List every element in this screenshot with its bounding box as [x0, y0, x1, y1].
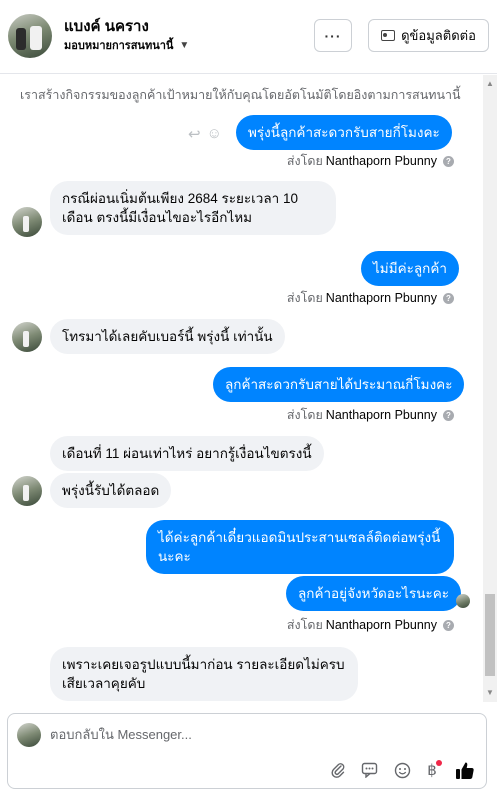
- scroll-down-arrow-icon[interactable]: ▼: [486, 688, 494, 697]
- sent-by-agent: Nanthaporn Pbunny: [325, 291, 437, 305]
- sent-by-label: ส่งโดย Nanthaporn Pbunny ?: [287, 288, 454, 308]
- sent-by-label: ส่งโดย Nanthaporn Pbunny ?: [287, 615, 454, 635]
- reply-composer: ฿: [7, 713, 487, 789]
- view-contact-label: ดูข้อมูลติดต่อ: [401, 28, 476, 43]
- incoming-message[interactable]: พรุ่งนี้รับได้ตลอด: [50, 473, 172, 508]
- reply-input[interactable]: [50, 727, 450, 742]
- incoming-message[interactable]: กรณีผ่อนเนิ่มต้นเพียง 2684 ระยะเวลา 10 เ…: [50, 181, 336, 235]
- assign-label: มอบหมายการสนทนานี้: [64, 40, 174, 52]
- incoming-message[interactable]: เดือนที่ 11 ผ่อนเท่าไหร่ อยากรู้เงื่อนไข…: [50, 436, 324, 471]
- react-emoji-icon[interactable]: ☺: [207, 125, 222, 143]
- thumbs-up-icon[interactable]: [455, 760, 475, 780]
- sent-by-prefix: ส่งโดย: [286, 408, 323, 422]
- page-avatar: [17, 723, 41, 747]
- scroll-up-arrow-icon[interactable]: ▲: [486, 79, 494, 88]
- more-options-button[interactable]: ···: [314, 19, 352, 52]
- id-card-icon: [381, 30, 396, 41]
- outgoing-message[interactable]: ได้ค่ะลูกค้าเดี๋ยวแอดมินประสานเซลล์ติดต่…: [146, 520, 454, 574]
- baht-icon[interactable]: ฿: [422, 760, 442, 780]
- sent-by-prefix: ส่งโดย: [286, 618, 323, 632]
- assign-conversation-dropdown[interactable]: มอบหมายการสนทนานี้ ▼: [64, 36, 189, 54]
- outgoing-message[interactable]: ลูกค้าสะดวกรับสายได้ประมาณกี่โมงคะ: [213, 367, 465, 402]
- contact-avatar-small: [12, 207, 42, 237]
- outgoing-message[interactable]: ไม่มีค่ะลูกค้า: [361, 251, 459, 286]
- outgoing-message[interactable]: พรุ่งนี้ลูกค้าสะดวกรับสายกี่โมงคะ: [236, 115, 452, 150]
- contact-avatar-small: [12, 476, 42, 506]
- system-note: เราสร้างกิจกรรมของลูกค้าเป้าหมายให้กับคุ…: [20, 88, 461, 102]
- contact-name[interactable]: แบงค์ นคราง: [64, 14, 149, 38]
- sent-by-label: ส่งโดย Nanthaporn Pbunny ?: [287, 405, 454, 425]
- contact-avatar[interactable]: [8, 14, 52, 58]
- reply-icon[interactable]: ↩: [188, 125, 201, 143]
- caret-down-icon: ▼: [179, 39, 190, 51]
- conversation-header: แบงค์ นคราง มอบหมายการสนทนานี้ ▼ ··· ดูข…: [0, 0, 497, 74]
- seen-avatar: [456, 594, 470, 608]
- scrollbar-thumb[interactable]: [485, 594, 495, 676]
- emoji-icon[interactable]: [392, 760, 412, 780]
- info-icon[interactable]: ?: [443, 155, 454, 167]
- sent-by-label: ส่งโดย Nanthaporn Pbunny ?: [287, 151, 454, 171]
- sent-by-agent: Nanthaporn Pbunny: [325, 408, 437, 422]
- notification-dot: [436, 760, 442, 766]
- sent-by-agent: Nanthaporn Pbunny: [325, 154, 437, 168]
- outgoing-message[interactable]: ลูกค้าอยู่จังหวัดอะไรนะคะ: [286, 576, 461, 611]
- sent-by-prefix: ส่งโดย: [286, 154, 323, 168]
- sent-by-agent: Nanthaporn Pbunny: [325, 618, 437, 632]
- info-icon[interactable]: ?: [443, 292, 454, 304]
- info-icon[interactable]: ?: [443, 409, 454, 421]
- view-contact-button[interactable]: ดูข้อมูลติดต่อ: [368, 19, 489, 52]
- contact-avatar-small: [12, 322, 42, 352]
- sent-by-prefix: ส่งโดย: [286, 291, 323, 305]
- message-actions: ↩ ☺: [188, 125, 222, 143]
- message-thread[interactable]: เราสร้างกิจกรรมของลูกค้าเป้าหมายให้กับคุ…: [0, 75, 483, 702]
- info-icon[interactable]: ?: [443, 619, 454, 631]
- paperclip-icon[interactable]: [328, 760, 348, 780]
- incoming-message[interactable]: เพราะเคยเจอรูปแบบนี้มาก่อน รายละเอียดไม่…: [50, 647, 358, 701]
- more-dots-icon: ···: [324, 27, 342, 44]
- speech-bubble-icon[interactable]: [359, 760, 379, 780]
- incoming-message[interactable]: โทรมาได้เลยคับเบอร์นี้ พรุ่งนี้ เท่านั้น: [50, 319, 285, 354]
